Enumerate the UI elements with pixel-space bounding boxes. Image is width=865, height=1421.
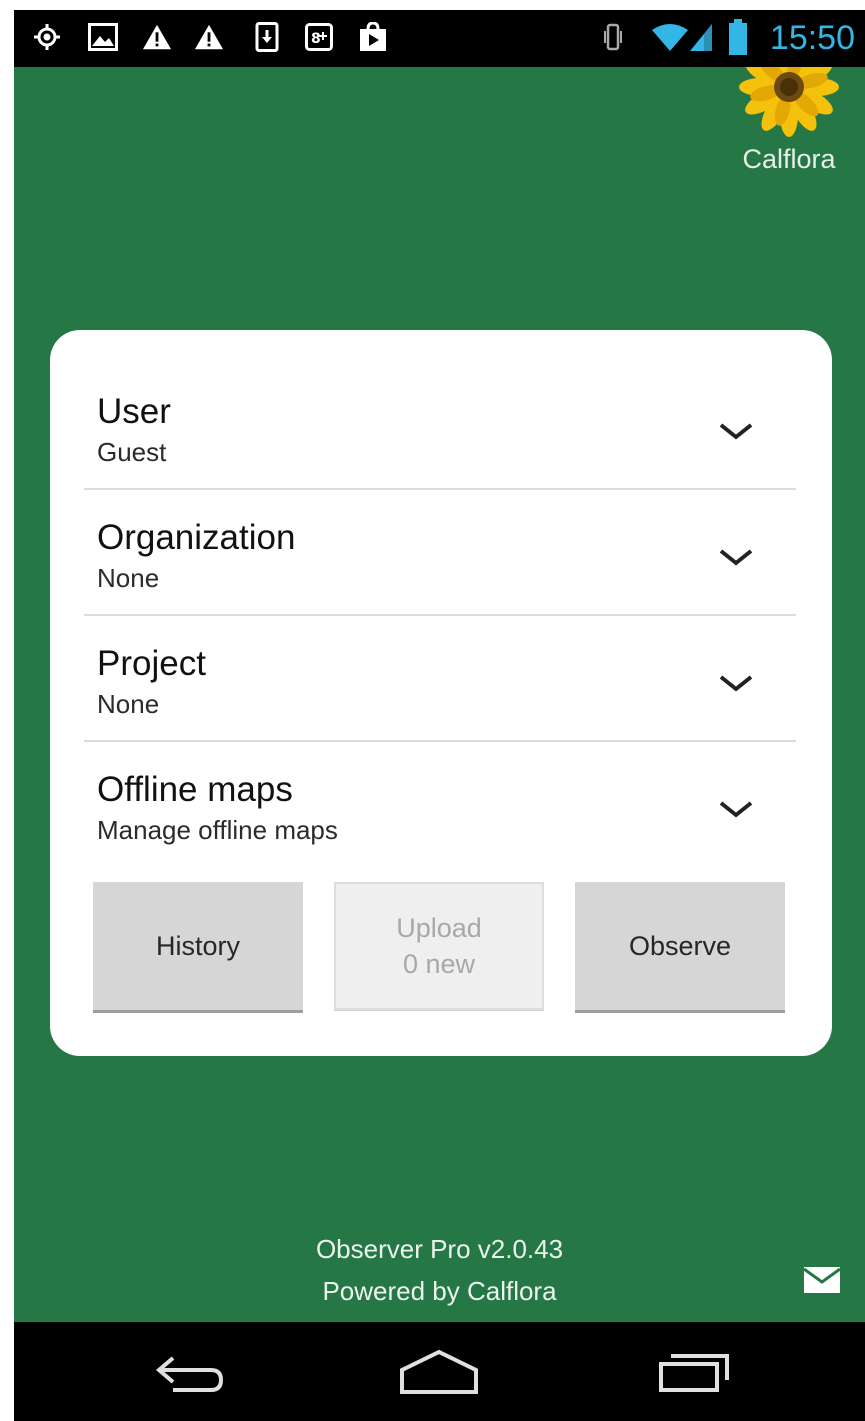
google-plus-icon: 8 bbox=[304, 22, 334, 52]
app-screen: 8 15:50 Calflora User Guest Organization… bbox=[14, 10, 865, 1421]
home-button[interactable] bbox=[394, 1346, 484, 1398]
warning-icon bbox=[194, 22, 224, 52]
play-store-icon bbox=[358, 22, 388, 52]
back-icon bbox=[155, 1356, 224, 1392]
chevron-down-icon bbox=[719, 423, 753, 440]
download-icon bbox=[252, 22, 282, 52]
svg-text:8: 8 bbox=[311, 31, 321, 47]
upload-button-label: Upload bbox=[396, 913, 482, 943]
divider bbox=[84, 614, 796, 616]
back-button[interactable] bbox=[144, 1346, 234, 1398]
version-text: Observer Pro v2.0.43 bbox=[315, 1234, 564, 1264]
mail-icon[interactable] bbox=[803, 1266, 841, 1294]
upload-count: 0 new bbox=[402, 949, 476, 979]
powered-by-link[interactable]: Powered by Calflora bbox=[14, 1270, 865, 1312]
navigation-bar bbox=[14, 1322, 865, 1421]
logo-label: Calflora bbox=[742, 144, 836, 174]
recent-apps-icon bbox=[659, 1354, 729, 1392]
recent-apps-button[interactable] bbox=[650, 1346, 740, 1398]
gps-icon bbox=[32, 22, 62, 52]
settings-card: User Guest Organization None Project Non… bbox=[50, 330, 832, 1056]
organization-value: None bbox=[97, 563, 160, 593]
phone-frame: 8 15:50 Calflora User Guest Organization… bbox=[0, 0, 865, 1421]
observe-button[interactable]: Observe bbox=[575, 882, 785, 1010]
signal-icon bbox=[686, 22, 716, 52]
upload-button[interactable]: Upload 0 new bbox=[334, 882, 544, 1010]
status-bar: 8 15:50 bbox=[14, 10, 865, 67]
offline-maps-selector[interactable]: Offline maps Manage offline maps bbox=[84, 768, 796, 892]
project-selector[interactable]: Project None bbox=[84, 642, 796, 766]
organization-selector[interactable]: Organization None bbox=[84, 516, 796, 640]
history-button[interactable]: History bbox=[93, 882, 303, 1010]
home-icon bbox=[400, 1349, 478, 1394]
chevron-down-icon bbox=[719, 675, 753, 692]
image-notification-icon bbox=[88, 22, 118, 52]
user-value: Guest bbox=[97, 437, 167, 467]
vibrate-icon bbox=[598, 22, 628, 52]
warning-icon bbox=[142, 22, 172, 52]
user-selector[interactable]: User Guest bbox=[84, 390, 796, 514]
offline-maps-value: Manage offline maps bbox=[97, 815, 338, 845]
offline-maps-label: Offline maps bbox=[97, 770, 293, 809]
chevron-down-icon bbox=[719, 801, 753, 818]
observe-button-label: Observe bbox=[628, 931, 732, 961]
divider bbox=[84, 488, 796, 490]
history-button-label: History bbox=[155, 931, 240, 961]
chevron-down-icon bbox=[719, 549, 753, 566]
project-value: None bbox=[97, 689, 160, 719]
organization-label: Organization bbox=[97, 518, 296, 557]
project-label: Project bbox=[97, 644, 206, 683]
status-time: 15:50 bbox=[769, 19, 855, 57]
wifi-icon bbox=[650, 22, 690, 52]
user-label: User bbox=[97, 392, 171, 431]
divider bbox=[84, 740, 796, 742]
footer: Observer Pro v2.0.43 Powered by Calflora bbox=[14, 1228, 865, 1312]
battery-icon bbox=[726, 19, 750, 55]
